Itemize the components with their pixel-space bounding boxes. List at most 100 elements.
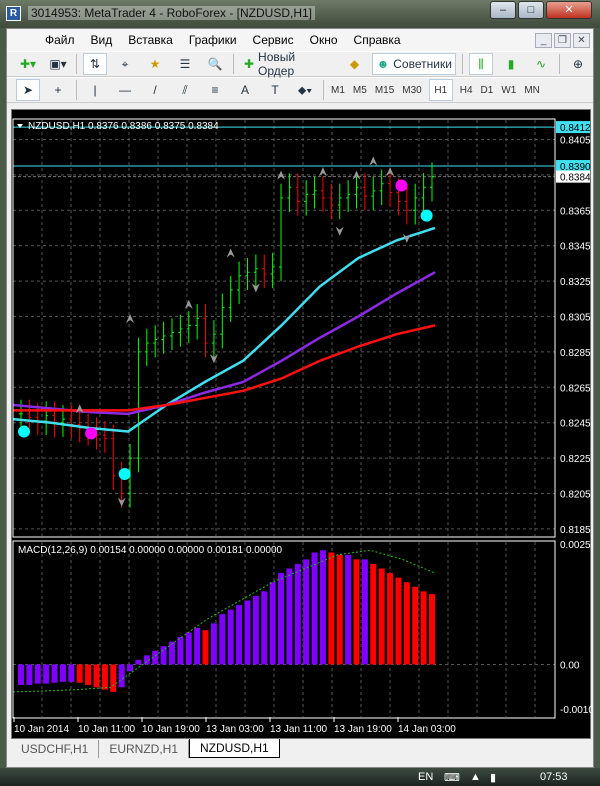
market-watch-icon[interactable]: ⇅	[82, 53, 107, 75]
fractal-up-arrow	[126, 314, 135, 324]
macd-histogram-bar	[127, 664, 134, 672]
slow-ma-line	[13, 324, 436, 412]
trendline-icon[interactable]: /	[143, 79, 167, 101]
zoom-in-icon[interactable]: ⊕	[566, 53, 590, 75]
title-bar: R 3014953: MetaTrader 4 - RoboForex - [N…	[0, 0, 600, 28]
macd-histogram-bar	[168, 641, 175, 665]
text-label-icon[interactable]: T	[263, 79, 287, 101]
fractal-up-arrow	[318, 167, 327, 177]
macd-histogram-bar	[387, 573, 394, 665]
text-icon[interactable]: A	[233, 79, 257, 101]
macd-histogram-bar	[361, 559, 368, 665]
menu-insert[interactable]: Вставка	[120, 33, 181, 47]
fibonacci-icon[interactable]: ≡	[203, 79, 227, 101]
cursor-icon[interactable]: ➤	[16, 79, 40, 101]
new-chart-icon[interactable]: ✚▾	[16, 53, 40, 75]
line-chart-icon[interactable]: ∿	[529, 53, 553, 75]
crosshair-nav-icon[interactable]: ⌖	[113, 53, 137, 75]
mdi-minimize-button[interactable]: _	[535, 33, 552, 48]
time-tick-label: 13 Jan 11:00	[270, 724, 328, 735]
macd-histogram-bar	[219, 614, 226, 665]
main-window: Файл Вид Вставка Графики Сервис Окно Спр…	[6, 28, 594, 768]
macd-histogram-bar	[51, 664, 58, 683]
crosshair-icon[interactable]: +	[46, 79, 70, 101]
fast-ma-line	[12, 226, 436, 433]
bar-chart-icon[interactable]: ⫼	[469, 53, 494, 75]
macd-histogram-bar	[311, 552, 318, 665]
tab-usdchf[interactable]: USDCHF,H1	[11, 740, 100, 758]
favorites-folder-icon[interactable]: ★	[143, 53, 167, 75]
new-order-button[interactable]: ✚ Новый Ордер	[240, 50, 337, 78]
chart-title: NZDUSD,H1 0.8376 0.8386 0.8375 0.8384	[28, 121, 219, 132]
time-tick-label: 14 Jan 03:00	[398, 724, 456, 735]
price-tick-label: 0.8365	[560, 206, 591, 217]
alert-icon[interactable]: ◆	[342, 53, 366, 75]
cross-signal-dot	[118, 468, 131, 481]
timeframe-m15[interactable]: M15	[371, 85, 398, 96]
macd-tick-label: 0.00	[560, 660, 580, 671]
minimize-button[interactable]: ‒	[490, 1, 516, 19]
macd-histogram-bar	[286, 568, 293, 665]
mdi-close-button[interactable]: ✕	[573, 33, 590, 48]
fractal-down-arrow	[335, 226, 344, 236]
price-tick-label: 0.8325	[560, 277, 591, 288]
macd-histogram-bar	[26, 664, 33, 686]
keyboard-icon[interactable]: ⌨	[444, 771, 460, 784]
macd-histogram-bar	[101, 664, 108, 690]
menu-tools[interactable]: Сервис	[245, 33, 302, 47]
macd-histogram-bar	[261, 591, 268, 665]
experts-button[interactable]: ☻ Советники	[372, 53, 457, 75]
price-tick-label: 0.8245	[560, 419, 591, 430]
macd-histogram-bar	[269, 582, 276, 665]
mdi-restore-button[interactable]: ❐	[554, 33, 571, 48]
timeframe-d1[interactable]: D1	[477, 85, 498, 96]
chart-window[interactable]: 0.84050.83850.83650.83450.83250.83050.82…	[11, 109, 592, 740]
timeframe-m30[interactable]: M30	[398, 85, 425, 96]
menu-view[interactable]: Вид	[83, 33, 121, 47]
arrows-icon[interactable]: ⬥▾	[293, 79, 317, 101]
macd-label: MACD(12,26,9) 0.00154 0.00000 0.00000 0.…	[18, 545, 283, 556]
cross-signal-dot	[85, 427, 98, 440]
price-chart[interactable]: 0.84050.83850.83650.83450.83250.83050.82…	[12, 110, 592, 740]
window-title: 3014953: MetaTrader 4 - RoboForex - [NZD…	[28, 6, 315, 20]
horizontal-line-icon[interactable]: —	[113, 79, 137, 101]
vertical-line-icon[interactable]: |	[83, 79, 107, 101]
price-tick-label: 0.8405	[560, 135, 591, 146]
timeframe-h4[interactable]: H4	[456, 85, 477, 96]
timeframe-h1[interactable]: H1	[428, 79, 453, 101]
clock[interactable]: 07:53	[540, 771, 568, 783]
menu-help[interactable]: Справка	[346, 33, 409, 47]
drawing-toolbar: ➤ + | — / ⫽ ≡ A T ⬥▾ M1 M5 M15 M30 H1 H4…	[7, 77, 593, 103]
profiles-icon[interactable]: ▣▾	[46, 53, 70, 75]
timeframe-mn[interactable]: MN	[520, 85, 544, 96]
language-indicator[interactable]: EN	[418, 771, 433, 783]
menu-window[interactable]: Окно	[302, 33, 346, 47]
price-tick-label: 0.8185	[560, 525, 591, 536]
macd-histogram-bar	[412, 586, 419, 665]
tray-expand-icon[interactable]: ▲	[470, 771, 481, 783]
macd-histogram-bar	[18, 664, 24, 686]
candlestick-icon[interactable]: ▮	[499, 53, 523, 75]
price-tick-label: 0.8345	[560, 242, 591, 253]
macd-histogram-bar	[68, 664, 75, 682]
current-price-label: 0.8384	[560, 173, 591, 184]
tab-eurnzd[interactable]: EURNZD,H1	[99, 740, 190, 758]
timeframe-m1[interactable]: M1	[327, 85, 349, 96]
terminal-icon[interactable]: ☰	[173, 53, 197, 75]
macd-histogram-bar	[403, 582, 410, 665]
network-icon[interactable]: ▮	[490, 771, 496, 784]
tester-icon[interactable]: 🔍	[203, 53, 227, 75]
maximize-button[interactable]: □	[518, 1, 544, 19]
timeframe-m5[interactable]: M5	[349, 85, 371, 96]
close-button[interactable]: ✕	[546, 1, 592, 19]
menu-charts[interactable]: Графики	[181, 33, 245, 47]
price-tick-label: 0.8205	[560, 490, 591, 501]
main-plot-border	[12, 118, 556, 538]
macd-histogram-bar	[135, 659, 142, 665]
menu-file[interactable]: Файл	[37, 33, 83, 47]
macd-histogram-bar	[236, 605, 243, 665]
timeframe-w1[interactable]: W1	[497, 85, 520, 96]
equidistant-channel-icon[interactable]: ⫽	[173, 79, 197, 101]
price-tick-label: 0.8225	[560, 454, 591, 465]
tab-nzdusd[interactable]: NZDUSD,H1	[189, 739, 280, 758]
